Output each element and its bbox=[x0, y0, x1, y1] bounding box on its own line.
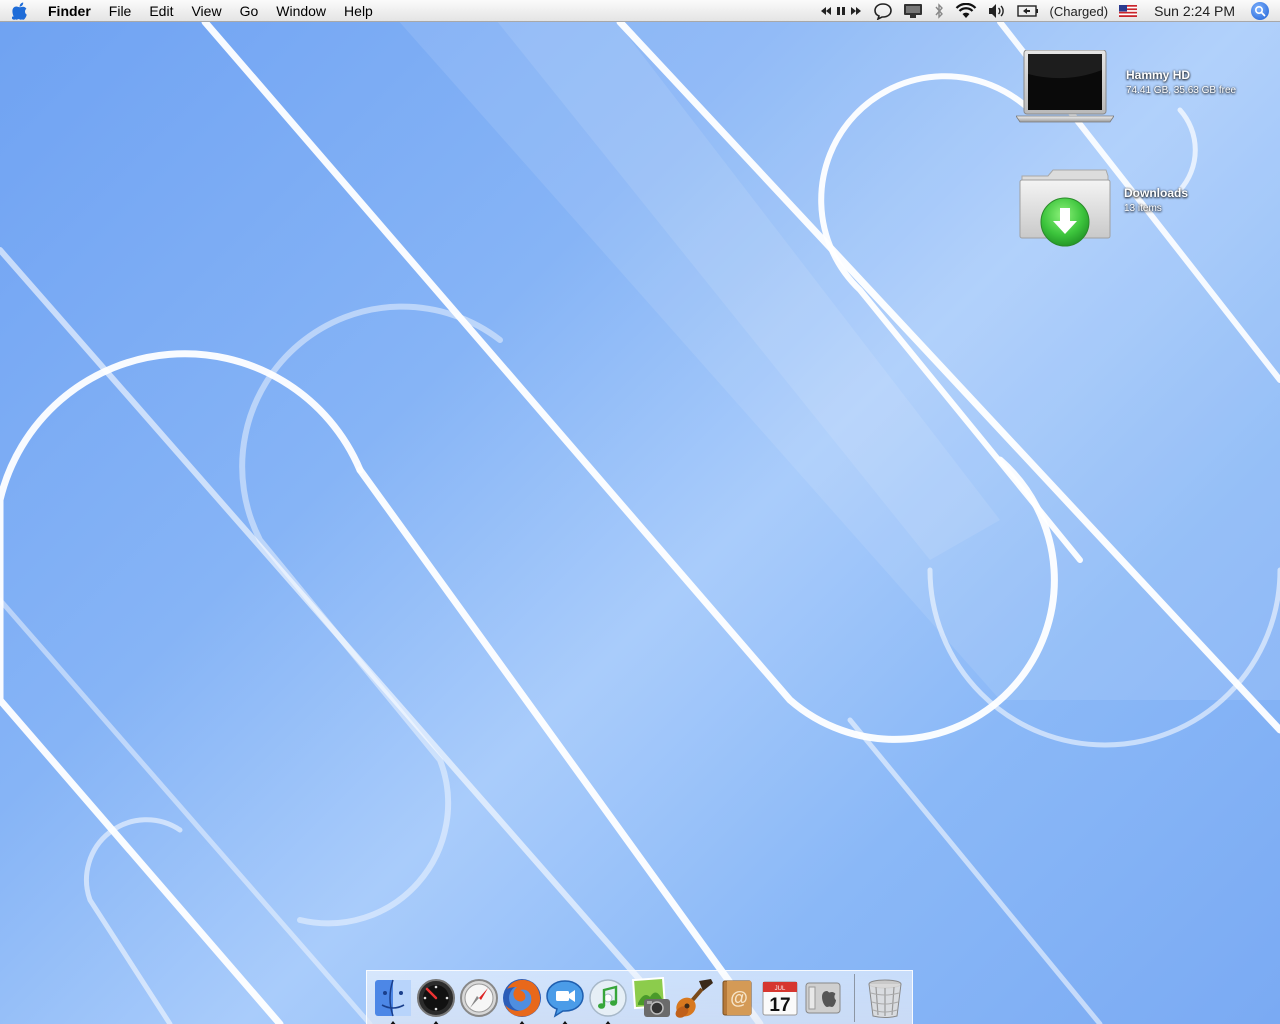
ical-day: 17 bbox=[769, 995, 790, 1016]
ical-icon: JUL 17 bbox=[762, 981, 797, 1016]
safari-icon bbox=[459, 978, 498, 1017]
downloads-name: Downloads bbox=[1124, 186, 1189, 200]
desktop-icon-downloads[interactable]: Downloads 13 items bbox=[1018, 168, 1188, 248]
menu-extras: (Charged) Sun 2:24 PM bbox=[816, 0, 1280, 22]
dock-item-garageband[interactable] bbox=[672, 976, 715, 1020]
trash-icon bbox=[868, 979, 901, 1018]
dashboard-icon bbox=[416, 978, 455, 1017]
dock-item-safari[interactable] bbox=[457, 976, 500, 1020]
garageband-icon bbox=[675, 978, 713, 1018]
menu-app-name[interactable]: Finder bbox=[40, 0, 100, 22]
menu-clock[interactable]: Sun 2:24 PM bbox=[1142, 0, 1245, 22]
ichat-status-icon[interactable] bbox=[868, 0, 898, 22]
dock-item-finder[interactable] bbox=[371, 976, 414, 1024]
dock-item-system-preferences[interactable] bbox=[801, 976, 844, 1020]
menu-window[interactable]: Window bbox=[267, 0, 335, 22]
firefox-icon bbox=[502, 978, 541, 1017]
spotlight-icon[interactable] bbox=[1251, 2, 1269, 20]
macbook-drive-icon bbox=[1016, 50, 1114, 123]
svg-text:@: @ bbox=[730, 988, 748, 1008]
battery-status-text[interactable]: (Charged) bbox=[1044, 0, 1115, 22]
dock-item-trash[interactable] bbox=[863, 976, 906, 1020]
menu-go[interactable]: Go bbox=[231, 0, 268, 22]
dock-item-ichat[interactable] bbox=[543, 976, 586, 1024]
downloads-folder-icon bbox=[1019, 169, 1111, 247]
bluetooth-icon[interactable] bbox=[928, 0, 950, 22]
address-book-icon: @ bbox=[722, 980, 751, 1015]
menu-bar: Finder File Edit View Go Window Help (Ch… bbox=[0, 0, 1280, 22]
dock-separator bbox=[854, 973, 855, 1022]
dock-item-firefox[interactable] bbox=[500, 976, 543, 1024]
menu-file[interactable]: File bbox=[100, 0, 141, 22]
desktop-icon-hammy-hd[interactable]: Hammy HD 74.41 GB, 35.63 GB free bbox=[1016, 50, 1236, 124]
system-preferences-icon bbox=[805, 982, 840, 1013]
display-icon[interactable] bbox=[898, 0, 928, 22]
wallpaper bbox=[0, 0, 1280, 1024]
hammy-hd-info: 74.41 GB, 35.63 GB free bbox=[1126, 85, 1237, 96]
menu-edit[interactable]: Edit bbox=[140, 0, 182, 22]
ichat-icon bbox=[545, 979, 584, 1018]
apple-menu-icon[interactable] bbox=[0, 0, 40, 22]
finder-icon bbox=[374, 979, 411, 1016]
dock-item-dashboard[interactable] bbox=[414, 976, 457, 1024]
itunes-icon bbox=[588, 978, 627, 1017]
dock-item-ical[interactable]: JUL 17 bbox=[758, 976, 801, 1020]
desktop[interactable]: Finder File Edit View Go Window Help (Ch… bbox=[0, 0, 1280, 1024]
menu-view[interactable]: View bbox=[182, 0, 230, 22]
dock-item-iphoto[interactable] bbox=[629, 976, 672, 1020]
menu-help[interactable]: Help bbox=[335, 0, 382, 22]
itunes-controls-icon[interactable] bbox=[816, 0, 868, 22]
wifi-icon[interactable] bbox=[950, 0, 982, 22]
dock-item-address-book[interactable]: @ bbox=[715, 976, 758, 1020]
dock-item-itunes[interactable] bbox=[586, 976, 629, 1024]
volume-icon[interactable] bbox=[982, 0, 1012, 22]
ical-month: JUL bbox=[774, 986, 785, 992]
us-flag-icon[interactable] bbox=[1114, 0, 1142, 22]
hammy-hd-name: Hammy HD bbox=[1126, 68, 1191, 82]
battery-icon[interactable] bbox=[1012, 0, 1044, 22]
dock: @ JUL 17 bbox=[366, 970, 913, 1024]
downloads-info: 13 items bbox=[1124, 203, 1162, 214]
iphoto-icon bbox=[631, 976, 670, 1017]
